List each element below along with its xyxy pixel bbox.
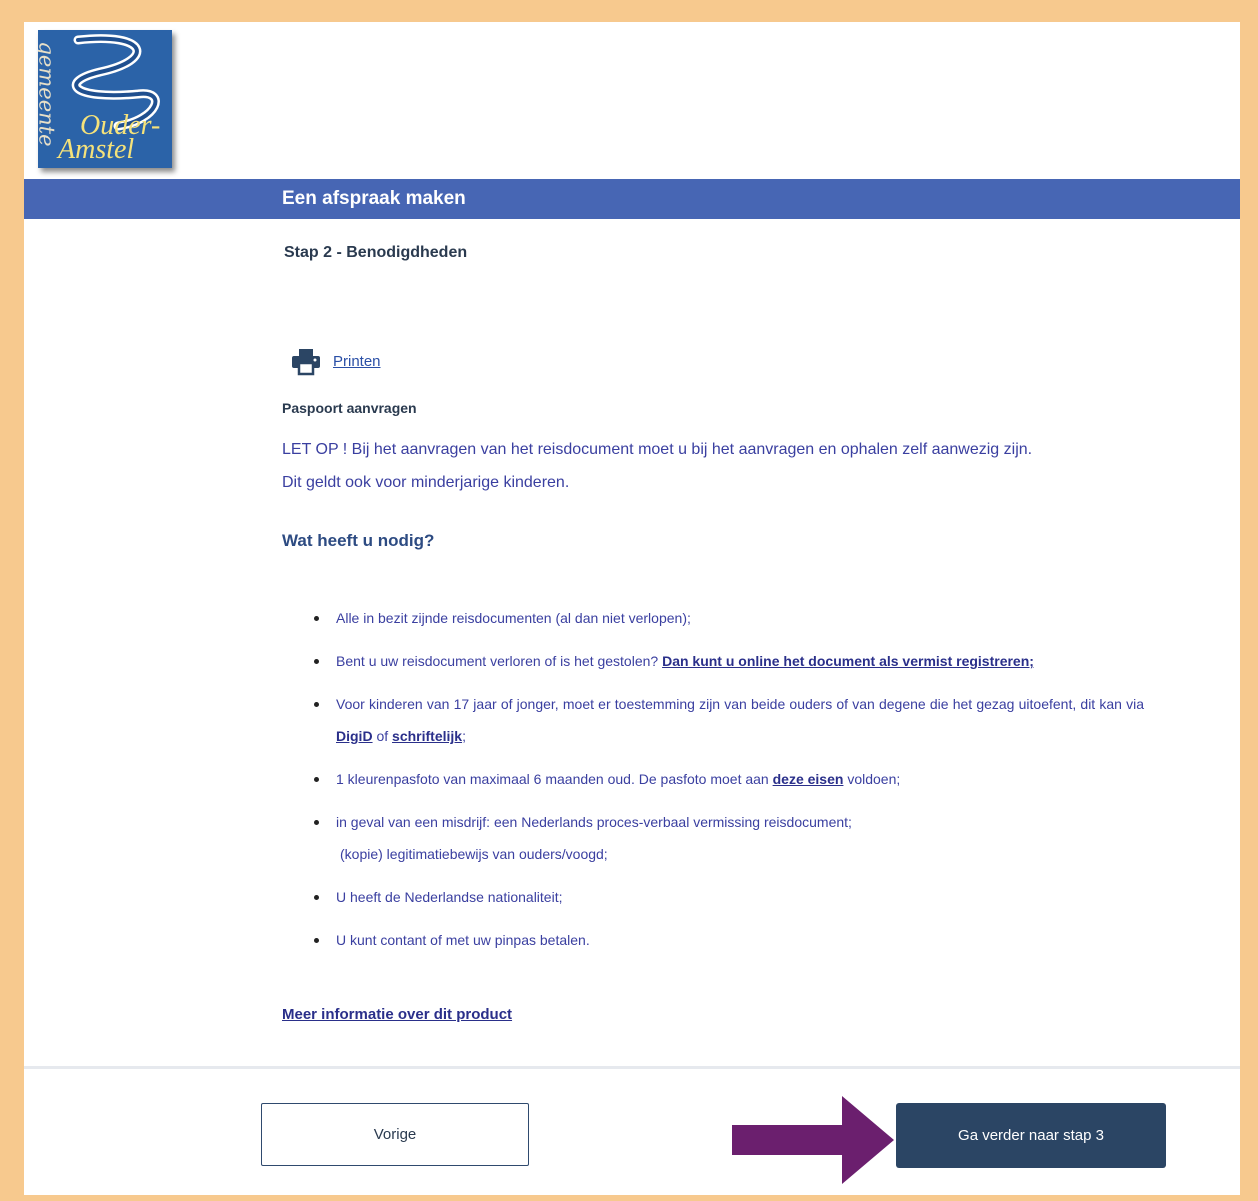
municipality-logo[interactable]: gemeente Ouder- Amstel bbox=[38, 30, 172, 168]
printer-icon bbox=[292, 349, 320, 376]
requirements-heading: Wat heeft u nodig? bbox=[282, 531, 435, 550]
previous-button[interactable]: Vorige bbox=[261, 1103, 529, 1166]
footer-navigation: Vorige Ga verder naar stap 3 bbox=[24, 1066, 1240, 1195]
written-consent-link[interactable]: schriftelijk bbox=[392, 728, 462, 744]
next-step-button[interactable]: Ga verder naar stap 3 bbox=[896, 1103, 1166, 1168]
list-item: in geval van een misdrijf: een Nederland… bbox=[312, 806, 1144, 870]
annotation-arrow-icon bbox=[732, 1096, 894, 1184]
list-item: Alle in bezit zijnde reisdocumenten (al … bbox=[312, 602, 1144, 634]
product-title: Paspoort aanvragen bbox=[282, 400, 417, 416]
digid-link[interactable]: DigiD bbox=[336, 728, 373, 744]
page-frame: gemeente Ouder- Amstel Een afspraak make… bbox=[24, 22, 1240, 1195]
requirements-list: Alle in bezit zijnde reisdocumenten (al … bbox=[312, 602, 1144, 967]
warning-text: LET OP ! Bij het aanvragen van het reisd… bbox=[282, 433, 1162, 499]
header-bar: Een afspraak maken bbox=[24, 179, 1240, 219]
list-item: 1 kleurenpasfoto van maximaal 6 maanden … bbox=[312, 763, 1144, 795]
page-title: Een afspraak maken bbox=[282, 188, 466, 209]
logo-text-amstel: Amstel bbox=[58, 134, 135, 165]
list-item: Bent u uw reisdocument verloren of is he… bbox=[312, 645, 1144, 677]
logo-text-gemeente: gemeente bbox=[38, 41, 59, 147]
warning-line-2: Dit geldt ook voor minderjarige kinderen… bbox=[282, 474, 570, 491]
step-title: Stap 2 - Benodigdheden bbox=[284, 244, 468, 261]
report-missing-link[interactable]: Dan kunt u online het document als vermi… bbox=[662, 653, 1034, 669]
list-item: U heeft de Nederlandse nationaliteit; bbox=[312, 881, 1144, 913]
list-item: U kunt contant of met uw pinpas betalen. bbox=[312, 924, 1144, 956]
list-item: Voor kinderen van 17 jaar of jonger, moe… bbox=[312, 688, 1144, 752]
warning-line-1: LET OP ! Bij het aanvragen van het reisd… bbox=[282, 441, 1033, 458]
print-link[interactable]: Printen bbox=[333, 353, 381, 370]
photo-requirements-link[interactable]: deze eisen bbox=[773, 771, 844, 787]
more-info-link[interactable]: Meer informatie over dit product bbox=[282, 1006, 512, 1023]
